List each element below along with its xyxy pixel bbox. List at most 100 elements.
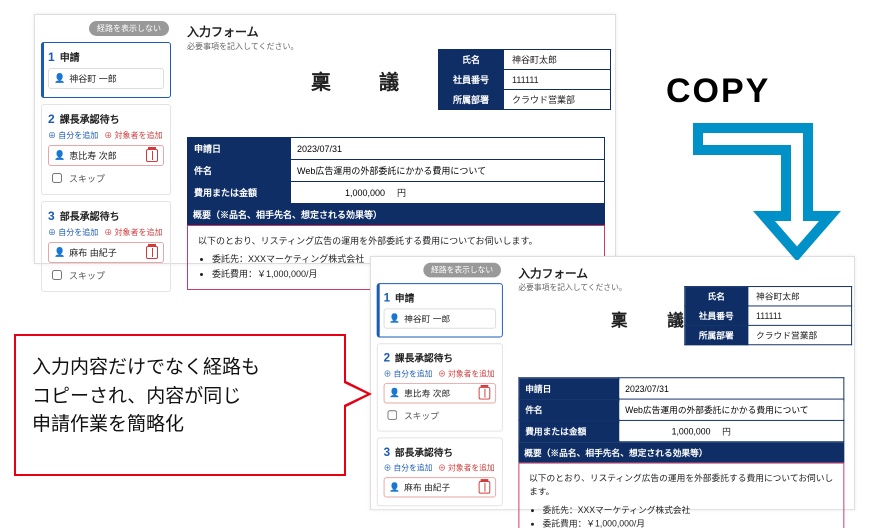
step-number: 3 — [384, 445, 390, 459]
hide-route-pill[interactable]: 経路を表示しない — [423, 263, 501, 278]
route-user-name: 恵比寿 次郎 — [404, 387, 450, 400]
meta-dept-value: クラウド営業部 — [748, 325, 852, 344]
route-user-card[interactable]: 👤麻布 由紀子 — [48, 242, 164, 263]
add-target-link[interactable]: 対象者を追加 — [104, 227, 162, 238]
meta-name-value: 神谷町太郎 — [748, 287, 852, 306]
skip-label: スキップ — [69, 172, 105, 185]
subject-label: 件名 — [188, 160, 291, 182]
step-title: 申請 — [60, 49, 80, 64]
step-number: 1 — [384, 291, 390, 305]
applicant-meta-table: 氏名神谷町太郎 社員番号111111 所属部署クラウド営業部 — [438, 49, 611, 110]
skip-checkbox[interactable] — [52, 173, 62, 183]
overview-bullet: 委託先：XXXマーケティング株式会社 — [543, 503, 834, 517]
route-step-3[interactable]: 3 部長承認待ち 自分を追加 対象者を追加 👤 麻布 由紀子 — [377, 437, 503, 506]
add-target-link[interactable]: 対象者を追加 — [438, 463, 494, 474]
amount-unit: 円 — [391, 186, 412, 199]
route-step-1[interactable]: 1 申請 👤神谷町 一郎 — [41, 42, 171, 98]
route-user-name: 神谷町 一郎 — [69, 72, 117, 85]
step-title: 課長承認待ち — [60, 111, 120, 126]
overview-label: 概要（※品名、相手先名、想定される効果等） — [518, 442, 844, 462]
skip-checkbox[interactable] — [52, 270, 62, 280]
overview-body[interactable]: 以下のとおり、リスティング広告の運用を外部委託する費用についてお伺いします。 委… — [518, 463, 844, 528]
step-title: 部長承認待ち — [60, 208, 120, 223]
meta-name-label: 氏名 — [439, 50, 504, 70]
route-user-card[interactable]: 👤 神谷町 一郎 — [384, 308, 497, 328]
skip-row[interactable]: スキップ — [48, 170, 164, 186]
hide-route-pill[interactable]: 経路を表示しない — [89, 21, 169, 36]
route-step-2[interactable]: 2 課長承認待ち 自分を追加 対象者を追加 👤 恵比寿 次郎 スキップ — [377, 343, 503, 431]
date-input[interactable] — [291, 140, 401, 158]
meta-dept-label: 所属部署 — [439, 90, 504, 110]
trash-icon[interactable] — [479, 387, 491, 400]
amount-unit: 円 — [716, 425, 736, 438]
trash-icon[interactable] — [479, 481, 491, 494]
meta-dept-label: 所属部署 — [685, 325, 748, 344]
trash-icon[interactable] — [146, 149, 158, 162]
add-self-link[interactable]: 自分を追加 — [384, 463, 433, 474]
route-user-card[interactable]: 👤 恵比寿 次郎 — [384, 383, 497, 403]
meta-dept-value: クラウド営業部 — [504, 90, 611, 110]
meta-empno-label: 社員番号 — [439, 70, 504, 90]
route-sidebar: 経路を表示しない 1申請 👤神谷町 一郎 2課長承認待ち 自分を追加 対象者を追… — [35, 15, 177, 263]
date-label: 申請日 — [519, 378, 619, 399]
skip-label: スキップ — [404, 409, 439, 422]
skip-label: スキップ — [69, 269, 105, 282]
user-icon: 👤 — [54, 247, 65, 258]
applicant-meta-table: 氏名神谷町太郎 社員番号111111 所属部署クラウド営業部 — [684, 286, 852, 345]
user-icon: 👤 — [389, 313, 400, 324]
overview-lead: 以下のとおり、リスティング広告の運用を外部委託する費用についてお伺いします。 — [529, 471, 834, 499]
route-user-card[interactable]: 👤神谷町 一郎 — [48, 68, 164, 89]
callout-line: 入力内容だけでなく経路も — [32, 354, 328, 383]
subject-label: 件名 — [519, 399, 619, 420]
skip-row[interactable]: スキップ — [48, 267, 164, 283]
route-step-3[interactable]: 3部長承認待ち 自分を追加 対象者を追加 👤麻布 由紀子 スキップ — [41, 201, 171, 292]
ringi-form-table: 申請日 件名 費用または金額円 — [518, 377, 844, 442]
step-title: 申請 — [395, 290, 414, 305]
app-window-copy: 経路を表示しない 1 申請 👤 神谷町 一郎 2 課長承認待ち 自分を追加 対象者を追… — [370, 256, 855, 510]
skip-checkbox[interactable] — [387, 410, 397, 420]
overview-lead: 以下のとおり、リスティング広告の運用を外部委託する費用についてお伺いします。 — [198, 234, 594, 248]
copy-label: COPY — [666, 72, 770, 111]
route-user-card[interactable]: 👤 麻布 由紀子 — [384, 477, 497, 497]
app-window-original: 経路を表示しない 1申請 👤神谷町 一郎 2課長承認待ち 自分を追加 対象者を追… — [34, 14, 616, 264]
route-step-2[interactable]: 2 課長承認待ち 自分を追加 対象者を追加 👤 恵比寿 次郎 スキップ — [41, 104, 171, 195]
meta-name-label: 氏名 — [685, 287, 748, 306]
route-step-1[interactable]: 1 申請 👤 神谷町 一郎 — [377, 283, 503, 337]
step-number: 2 — [384, 351, 390, 365]
amount-label: 費用または金額 — [188, 182, 291, 204]
ringi-form-table: 申請日 件名 費用または金額円 — [187, 137, 605, 204]
step-title: 課長承認待ち — [395, 350, 453, 365]
callout-line: コピーされ、内容が同じ — [32, 383, 328, 412]
form-heading: 入力フォーム — [518, 265, 844, 281]
meta-empno-value: 111111 — [748, 306, 852, 325]
step-number: 2 — [48, 112, 55, 126]
overview-bullet: 委託費用：￥1,000,000/月 — [543, 517, 834, 528]
meta-name-value: 神谷町太郎 — [504, 50, 611, 70]
user-icon: 👤 — [389, 482, 400, 493]
amount-input[interactable] — [291, 184, 391, 202]
date-input[interactable] — [619, 380, 716, 397]
add-target-link[interactable]: 対象者を追加 — [438, 369, 494, 380]
copy-arrow-icon — [680, 120, 850, 260]
amount-input[interactable] — [619, 422, 716, 439]
user-icon: 👤 — [389, 388, 400, 399]
form-heading: 入力フォーム — [187, 23, 605, 40]
route-user-card[interactable]: 👤 恵比寿 次郎 — [48, 145, 164, 166]
add-target-link[interactable]: 対象者を追加 — [104, 130, 162, 141]
explanation-callout: 入力内容だけでなく経路も コピーされ、内容が同じ 申請作業を簡略化 — [14, 334, 346, 476]
route-user-name: 神谷町 一郎 — [404, 312, 450, 325]
user-icon: 👤 — [54, 150, 65, 161]
add-self-link[interactable]: 自分を追加 — [384, 369, 433, 380]
subject-input[interactable] — [291, 162, 604, 180]
route-user-name: 恵比寿 次郎 — [69, 149, 117, 162]
step-title: 部長承認待ち — [395, 444, 453, 459]
route-user-name: 麻布 由紀子 — [404, 481, 450, 494]
add-self-link[interactable]: 自分を追加 — [48, 130, 98, 141]
add-self-link[interactable]: 自分を追加 — [48, 227, 98, 238]
subject-input[interactable] — [619, 401, 843, 418]
route-sidebar: 経路を表示しない 1 申請 👤 神谷町 一郎 2 課長承認待ち 自分を追加 対象者を追… — [371, 257, 509, 509]
meta-empno-label: 社員番号 — [685, 306, 748, 325]
skip-row[interactable]: スキップ — [384, 407, 497, 423]
step-number: 1 — [48, 50, 55, 64]
trash-icon[interactable] — [146, 246, 158, 259]
